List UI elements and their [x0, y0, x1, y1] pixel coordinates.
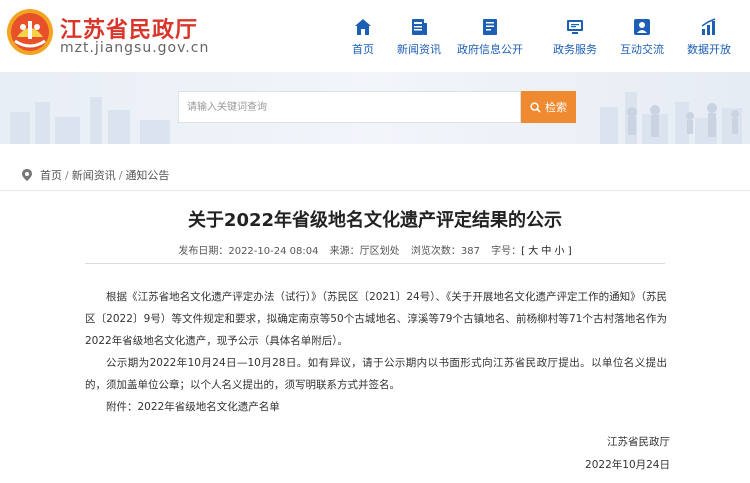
home-icon	[355, 19, 371, 35]
search-banner: 检索	[0, 72, 750, 144]
nav-gov-info-label: 政府信息公开	[457, 43, 523, 56]
font-size-switcher[interactable]: [ 大 中 小 ]	[521, 246, 572, 257]
publish-date-label: 发布日期：	[178, 246, 229, 257]
site-domain: mzt.jiangsu.gov.cn	[60, 40, 210, 56]
view-count: 浏览次数：387	[411, 246, 480, 257]
signature: 江苏省民政厅	[607, 436, 670, 448]
bar-chart-icon	[701, 18, 716, 35]
search-button[interactable]: 检索	[521, 91, 576, 123]
breadcrumb-news[interactable]: 新闻资讯	[72, 167, 116, 183]
nav-gov-info[interactable]: 政府信息公开	[450, 18, 530, 57]
font-size: 字号：[ 大 中 小 ]	[491, 246, 572, 257]
article-title: 关于2022年省级地名文化遗产评定结果的公示	[187, 210, 563, 231]
view-count-label: 浏览次数：	[410, 246, 461, 257]
nav-interaction-label: 互动交流	[620, 43, 664, 56]
user-chat-icon	[634, 19, 650, 35]
breadcrumb-separator: /	[118, 168, 123, 182]
nav-open-data-label: 数据开放	[687, 43, 731, 56]
source-label: 来源：	[329, 246, 360, 257]
nav-news[interactable]: 新闻资讯	[379, 18, 459, 57]
attachment-link[interactable]: 附件：2022年省级地名文化遗产名单	[85, 396, 667, 418]
source: 来源：厅区划处	[330, 246, 400, 257]
breadcrumb-divider	[0, 190, 750, 191]
publish-date-value: 2022-10-24 08:04	[228, 246, 319, 257]
article-body: 根据《江苏省地名文化遗产评定办法（试行）》（苏民区〔2021〕24号）、《关于开…	[85, 286, 667, 418]
meta-divider	[85, 263, 665, 264]
monitor-icon	[567, 20, 583, 34]
site-header: 江苏省民政厅 mzt.jiangsu.gov.cn 首页 新闻资讯 政府信息公开…	[0, 0, 750, 72]
news-icon	[412, 19, 427, 35]
nav-services-label: 政务服务	[553, 43, 597, 56]
source-value: 厅区划处	[359, 246, 400, 257]
breadcrumb-home[interactable]: 首页	[40, 167, 62, 183]
location-pin-icon	[22, 169, 32, 181]
search-input[interactable]	[179, 92, 520, 122]
breadcrumb-notices[interactable]: 通知公告	[125, 167, 169, 183]
ministry-emblem-icon[interactable]	[5, 7, 55, 57]
paragraph: 公示期为2022年10月24日—10月28日。如有异议，请于公示期内以书面形式向…	[85, 357, 667, 391]
article-meta: 发布日期：2022-10-24 08:04 来源：厅区划处 浏览次数：387 字…	[0, 242, 750, 257]
paragraph: 根据《江苏省地名文化遗产评定办法（试行）》（苏民区〔2021〕24号）、《关于开…	[85, 291, 667, 347]
nav-home-label: 首页	[352, 43, 374, 56]
publish-date: 发布日期：2022-10-24 08:04	[178, 246, 318, 257]
nav-open-data[interactable]: 数据开放	[669, 18, 749, 57]
font-size-label: 字号：	[491, 246, 522, 257]
view-count-value: 387	[460, 246, 480, 257]
signature-date: 2022年10月24日	[585, 459, 670, 471]
search-box	[178, 91, 521, 123]
breadcrumb: 首页 / 新闻资讯 / 通知公告	[22, 167, 169, 183]
search-icon	[530, 101, 541, 113]
main-content: 首页 / 新闻资讯 / 通知公告 关于2022年省级地名文化遗产评定结果的公示 …	[0, 144, 750, 483]
document-icon	[483, 19, 497, 35]
search-button-label: 检索	[545, 101, 567, 114]
breadcrumb-separator: /	[65, 168, 69, 182]
nav-news-label: 新闻资讯	[397, 43, 441, 56]
